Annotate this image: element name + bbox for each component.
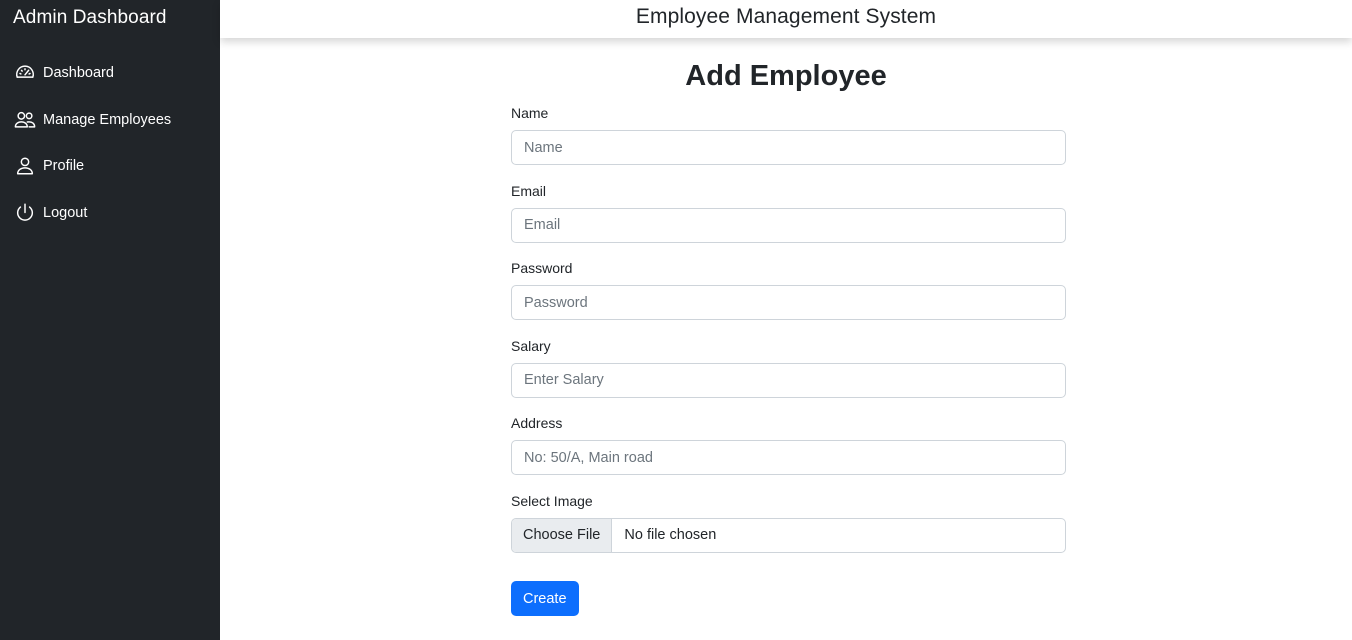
image-label: Select Image <box>511 492 593 509</box>
sidebar-item-label: Logout <box>43 205 88 222</box>
email-label: Email <box>511 182 547 199</box>
sidebar-item-logout[interactable]: Logout <box>0 198 220 228</box>
sidebar-item-manage-employees[interactable]: Manage Employees <box>0 105 220 135</box>
sidebar-item-label: Profile <box>43 158 85 175</box>
speedometer-icon <box>13 62 36 85</box>
app-root: Admin Dashboard Dashboard Manage Employe… <box>0 0 1352 640</box>
address-label: Address <box>511 415 563 432</box>
name-group: Name <box>511 104 1066 182</box>
sidebar-title: Admin Dashboard <box>13 7 167 28</box>
top-header: Employee Management System <box>220 0 1352 38</box>
people-icon <box>13 108 36 131</box>
name-input[interactable] <box>511 130 1066 165</box>
content: Add Employee Name Email Password Salary <box>220 38 1352 640</box>
password-group: Password <box>511 259 1066 337</box>
salary-group: Salary <box>511 337 1066 415</box>
person-icon <box>13 155 36 178</box>
app-title: Employee Management System <box>635 5 937 28</box>
image-group: Select Image Choose File No file chosen <box>511 492 1066 570</box>
password-input[interactable] <box>511 285 1066 321</box>
power-icon <box>13 202 36 225</box>
page-title: Add Employee <box>685 60 887 92</box>
sidebar-item-dashboard[interactable]: Dashboard <box>0 58 220 88</box>
add-employee-form: Name Email Password Salary Address <box>511 104 1066 616</box>
sidebar-item-label: Manage Employees <box>43 111 172 128</box>
sidebar-item-label: Dashboard <box>43 65 114 81</box>
address-input[interactable] <box>511 440 1066 476</box>
salary-label: Salary <box>511 337 551 354</box>
sidebar: Admin Dashboard Dashboard Manage Employe… <box>0 0 220 640</box>
image-file-input[interactable]: Choose File No file chosen <box>511 517 1066 553</box>
main-area: Employee Management System Add Employee … <box>220 0 1352 640</box>
choose-file-button[interactable]: Choose File <box>512 518 613 552</box>
sidebar-item-profile[interactable]: Profile <box>0 151 220 181</box>
email-group: Email <box>511 182 1066 260</box>
sidebar-nav: Dashboard Manage Employees Profile Logou… <box>0 58 220 245</box>
password-label: Password <box>511 260 573 277</box>
salary-input[interactable] <box>511 362 1066 398</box>
file-status-text: No file chosen <box>624 527 717 544</box>
address-group: Address <box>511 414 1066 492</box>
create-button[interactable]: Create <box>511 581 579 616</box>
email-input[interactable] <box>511 207 1066 243</box>
name-label: Name <box>511 105 549 121</box>
